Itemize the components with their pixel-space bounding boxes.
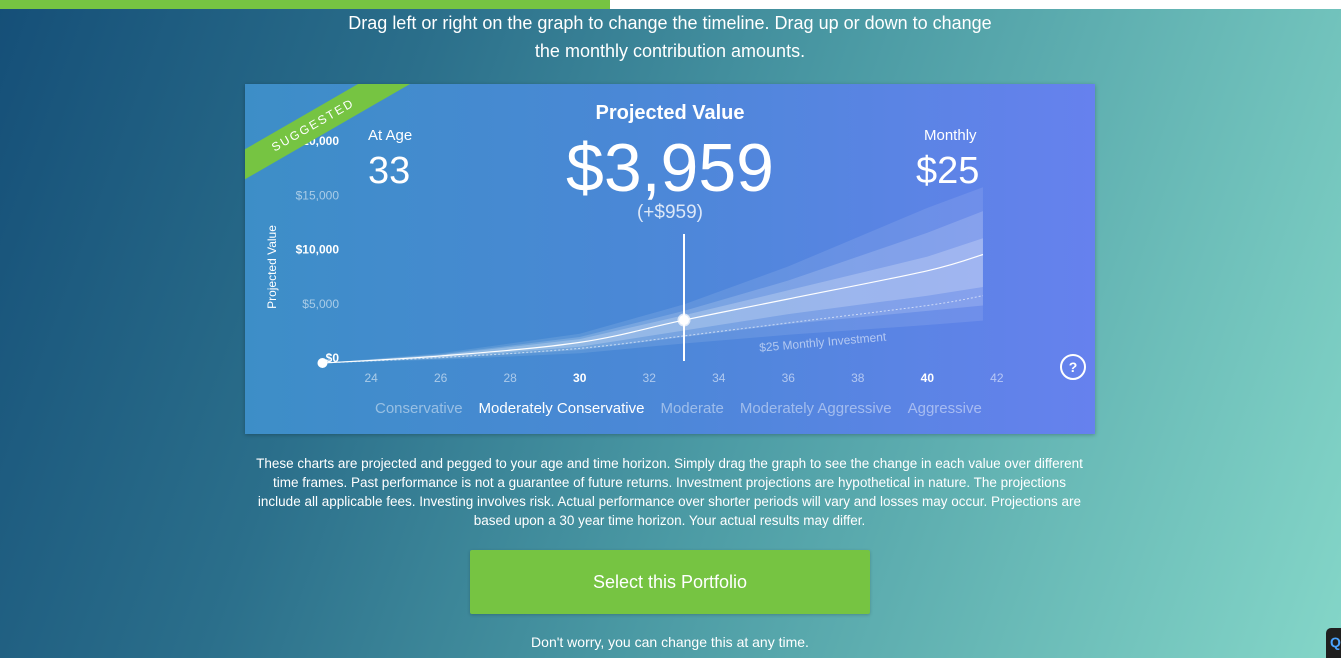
x-tick-label: 24 xyxy=(364,371,378,385)
projection-chart-card[interactable]: Projected Value $0 $5,000 $10,000 $15,000 $20… xyxy=(245,84,1095,434)
reassurance-text: Don't worry, you can change this at any … xyxy=(531,634,809,650)
help-icon[interactable]: ? xyxy=(1060,354,1086,380)
x-tick-label: 36 xyxy=(782,371,796,385)
x-tick-label: 28 xyxy=(504,371,518,385)
monthly-value: $25 xyxy=(916,150,980,192)
disclaimer-text: These charts are projected and pegged to… xyxy=(256,456,1083,528)
projected-value-title: Projected Value xyxy=(595,102,745,124)
y-tick-label: $10,000 xyxy=(296,243,340,257)
x-tick-label: 34 xyxy=(712,371,726,385)
origin-point xyxy=(317,358,328,368)
select-portfolio-button[interactable]: Select this Portfolio xyxy=(470,550,870,614)
x-tick-label: 38 xyxy=(851,371,865,385)
x-tick-label: 30 xyxy=(573,371,587,385)
corner-widget[interactable]: Q xyxy=(1326,628,1341,658)
projected-value-change: (+$959) xyxy=(636,202,704,223)
x-tick-label: 42 xyxy=(990,371,1004,385)
y-tick-label: $5,000 xyxy=(302,297,339,311)
x-tick-label: 40 xyxy=(921,371,935,385)
risk-option-moderately-conservative[interactable]: Moderately Conservative xyxy=(479,400,645,417)
risk-option-moderate[interactable]: Moderate xyxy=(660,400,723,417)
selected-point xyxy=(677,313,691,327)
risk-level-selector: Conservative Moderately Conservative Mod… xyxy=(375,400,982,417)
x-tick-label: 32 xyxy=(643,371,657,385)
risk-option-conservative[interactable]: Conservative xyxy=(375,400,463,417)
instructions-text: Drag left or right on the graph to chang… xyxy=(348,13,992,61)
risk-option-aggressive[interactable]: Aggressive xyxy=(908,400,982,417)
progress-fill xyxy=(0,0,611,9)
monthly-label: Monthly xyxy=(924,127,977,144)
y-axis-title: Projected Value xyxy=(265,225,279,309)
x-tick-label: 26 xyxy=(434,371,448,385)
risk-option-moderately-aggressive[interactable]: Moderately Aggressive xyxy=(740,400,892,417)
progress-bar xyxy=(0,0,1341,9)
